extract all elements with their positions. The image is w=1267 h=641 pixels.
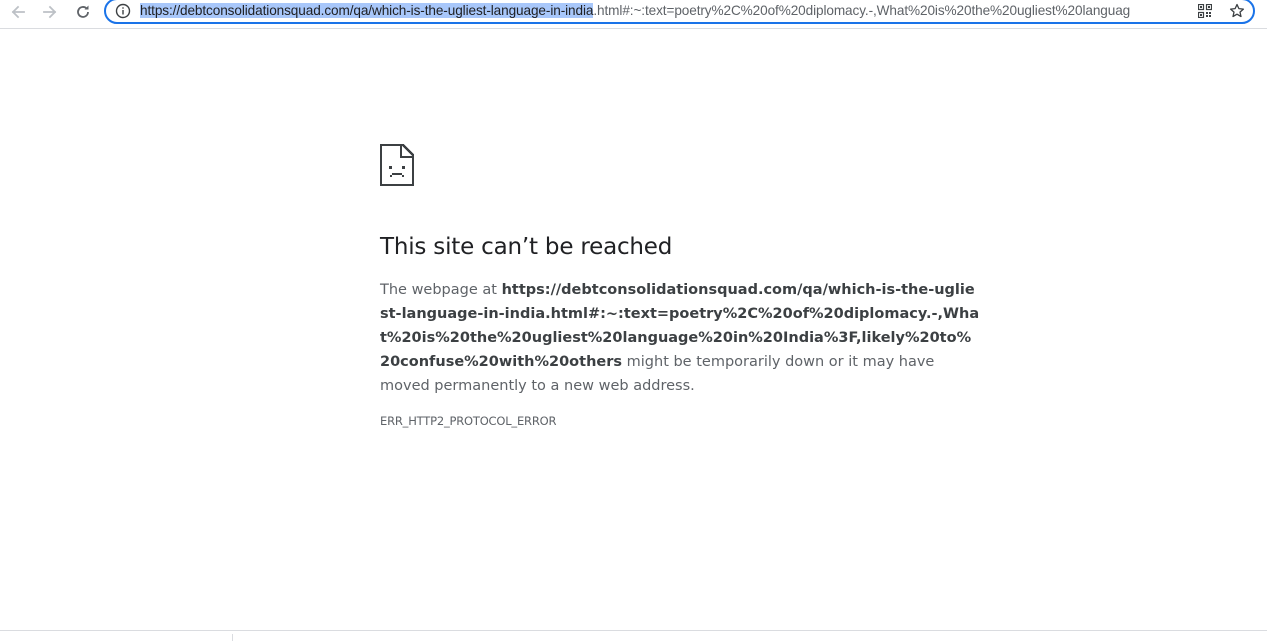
error-description: The webpage at https://debtconsolidation… (380, 278, 980, 398)
back-button[interactable] (4, 0, 32, 24)
site-info-button[interactable] (106, 0, 140, 22)
sad-page-icon (379, 143, 415, 191)
qr-code-button[interactable] (1189, 0, 1221, 22)
error-body-prefix: The webpage at (380, 282, 502, 298)
forward-button[interactable] (36, 0, 64, 24)
address-bar[interactable]: https://debtconsolidationsquad.com/qa/wh… (104, 0, 1255, 24)
info-icon (115, 3, 131, 19)
reload-button[interactable] (69, 0, 97, 24)
url-rest-text: .html#:~:text=poetry%2C%20of%20diplomacy… (593, 3, 1131, 18)
arrow-right-icon (43, 5, 57, 19)
qr-code-icon (1198, 4, 1212, 18)
url-selected-text: https://debtconsolidationsquad.com/qa/wh… (140, 3, 594, 18)
error-code: ERR_HTTP2_PROTOCOL_ERROR (380, 414, 557, 428)
error-title: This site can’t be reached (380, 234, 673, 260)
star-icon (1229, 3, 1245, 18)
reload-icon (77, 5, 89, 18)
bookmark-button[interactable] (1221, 0, 1253, 22)
bottom-divider-tick (232, 634, 233, 641)
bottom-divider (0, 630, 1267, 631)
browser-toolbar: https://debtconsolidationsquad.com/qa/wh… (0, 0, 1267, 29)
address-bar-url[interactable]: https://debtconsolidationsquad.com/qa/wh… (140, 2, 1189, 20)
arrow-left-icon (11, 5, 25, 19)
